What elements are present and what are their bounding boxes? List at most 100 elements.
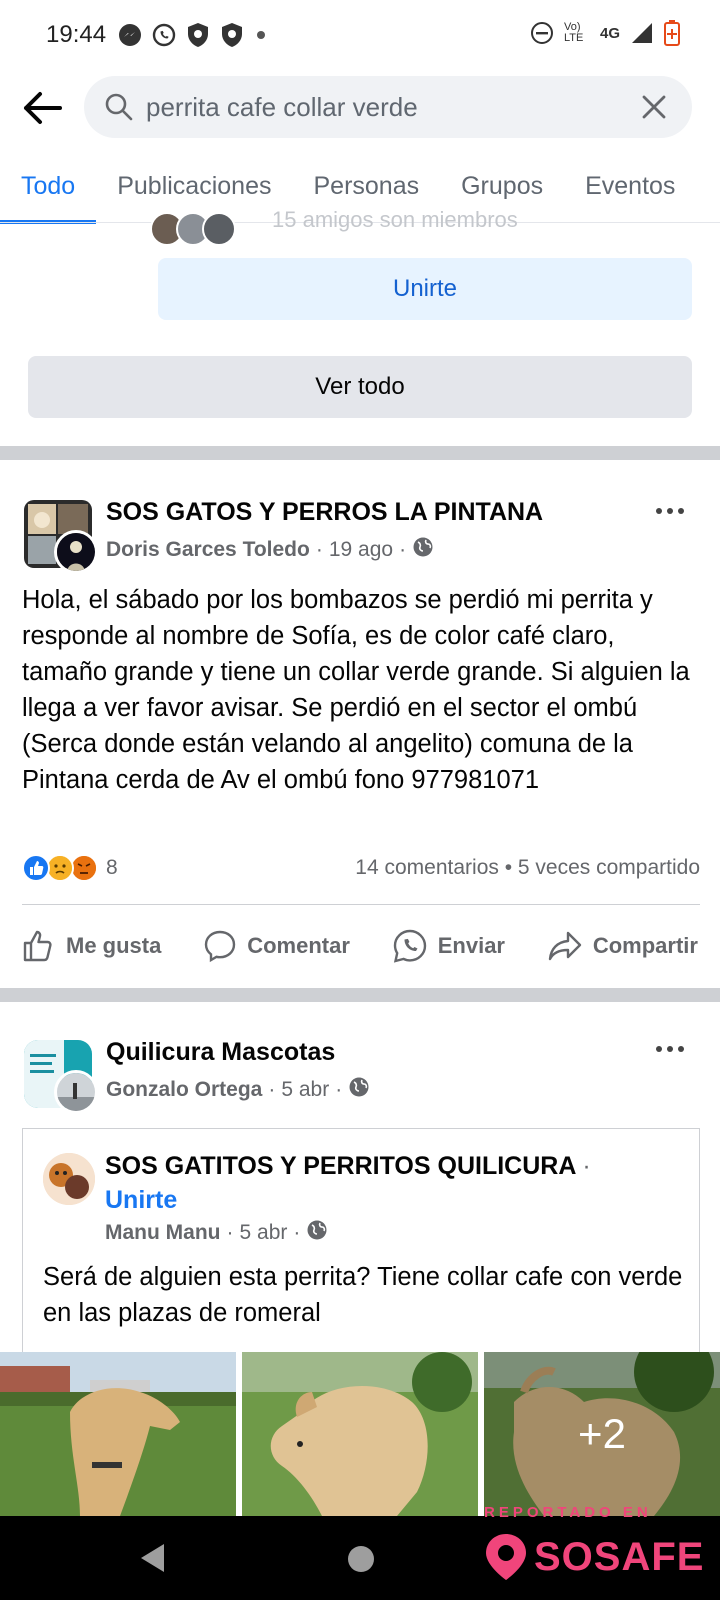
tab-todo[interactable]: Todo	[0, 160, 97, 224]
signal-icon	[630, 21, 654, 45]
battery-icon	[664, 20, 680, 46]
share-button[interactable]: Compartir	[547, 924, 698, 968]
post-group-name[interactable]: Quilicura Mascotas	[106, 1038, 335, 1067]
globe-icon	[306, 1219, 328, 1247]
thumbs-up-icon	[23, 930, 52, 962]
watermark-brand: SOSAFE	[534, 1534, 705, 1579]
post-meta: Doris Garces Toledo · 19 ago ·	[106, 536, 434, 564]
comment-label: Comentar	[247, 933, 350, 958]
meta-dot: ·	[582, 1152, 591, 1180]
search-query: perrita cafe collar verde	[146, 91, 418, 122]
see-all-button[interactable]: Ver todo	[28, 356, 692, 418]
triangle-back-icon	[141, 1544, 164, 1572]
lte-label: Vo) LTE	[563, 21, 584, 44]
more-icon	[656, 508, 684, 514]
clear-search-button[interactable]	[624, 77, 684, 137]
dog-photo[interactable]	[0, 1352, 236, 1516]
post-actions: Me gusta Comentar Enviar Compartir	[0, 924, 720, 968]
meta-dot: ·	[315, 538, 323, 561]
post-avatar[interactable]	[24, 1040, 98, 1114]
author-avatar	[54, 530, 98, 574]
reaction-count: 8	[106, 856, 118, 879]
arrow-left-icon	[24, 92, 62, 124]
meta-dot: ·	[226, 1221, 234, 1244]
join-group-button[interactable]: Unirte	[158, 258, 692, 320]
more-icon	[656, 1046, 684, 1052]
nav-back-button[interactable]	[138, 1542, 168, 1579]
shared-join-link[interactable]: Unirte	[105, 1186, 177, 1214]
watermark-caption: REPORTADO EN	[484, 1504, 652, 1521]
dot-icon	[254, 28, 268, 42]
meta-dot: ·	[335, 1078, 343, 1101]
shield-icon	[220, 22, 244, 48]
notification-icons	[118, 22, 268, 48]
comment-icon	[205, 930, 236, 963]
globe-icon	[348, 1076, 370, 1104]
post-date[interactable]: 5 abr	[281, 1078, 329, 1102]
like-label: Me gusta	[66, 933, 162, 958]
sosafe-watermark: REPORTADO EN SOSAFE	[484, 1504, 720, 1600]
post-more-button[interactable]	[648, 496, 692, 526]
send-label: Enviar	[437, 933, 505, 958]
angry-reaction-icon	[70, 854, 98, 882]
post-date[interactable]: 19 ago	[329, 538, 393, 562]
search-input[interactable]: perrita cafe collar verde	[84, 76, 692, 138]
search-icon	[104, 92, 134, 122]
reactions-summary[interactable]: 8	[22, 854, 118, 882]
shares-count[interactable]: 5 veces compartido	[518, 856, 700, 879]
share-label: Compartir	[592, 933, 698, 958]
shared-group-avatar[interactable]	[43, 1153, 95, 1205]
back-button[interactable]	[20, 86, 64, 130]
globe-icon	[412, 536, 434, 564]
status-bar: 19:44 Vo) LTE 4G	[0, 0, 720, 70]
like-reaction-icon	[22, 854, 50, 882]
shared-post-text: Será de alguien esta perrita? Tiene coll…	[43, 1263, 683, 1327]
whatsapp-icon	[152, 23, 176, 47]
network-label: 4G	[599, 24, 620, 42]
post-avatar[interactable]	[24, 500, 98, 574]
post-more-button[interactable]	[648, 1034, 692, 1064]
post-author[interactable]: Doris Garces Toledo	[106, 538, 310, 562]
post-stats: 14 comentarios • 5 veces compartido	[355, 856, 700, 880]
dnd-icon	[530, 21, 554, 45]
post-author[interactable]: Gonzalo Ortega	[106, 1078, 262, 1102]
dog-photo[interactable]	[242, 1352, 478, 1516]
sad-reaction-icon	[46, 854, 74, 882]
author-avatar	[54, 1070, 98, 1114]
like-button[interactable]: Me gusta	[22, 924, 161, 968]
shared-post[interactable]: SOS GATITOS Y PERRITOS QUILICURA · Unirt…	[22, 1128, 700, 1358]
shared-date[interactable]: 5 abr	[240, 1221, 288, 1245]
photo-grid: +2	[0, 1352, 720, 1516]
member-avatars	[150, 212, 236, 246]
post-meta: Gonzalo Ortega · 5 abr ·	[106, 1076, 370, 1104]
shared-group-name[interactable]: SOS GATITOS Y PERRITOS QUILICURA	[105, 1152, 575, 1180]
nav-home-button[interactable]	[348, 1546, 374, 1572]
more-photos-overlay[interactable]: +2	[484, 1352, 720, 1516]
send-button[interactable]: Enviar	[392, 924, 505, 968]
whatsapp-icon	[393, 929, 426, 963]
stats-dot: •	[504, 856, 518, 879]
status-time: 19:44	[46, 21, 107, 48]
meta-dot: ·	[399, 538, 407, 561]
post-text: Hola, el sábado por los bombazos se perd…	[22, 586, 690, 794]
tab-eventos[interactable]: Eventos	[585, 160, 675, 224]
meta-dot: ·	[293, 1221, 301, 1244]
meta-dot: ·	[268, 1078, 276, 1101]
comments-count[interactable]: 14 comentarios	[355, 856, 499, 879]
avatar	[202, 212, 236, 246]
friends-members-text: 15 amigos son miembros	[272, 207, 518, 232]
comment-button[interactable]: Comentar	[203, 924, 350, 968]
search-header: perrita cafe collar verde	[0, 76, 720, 140]
section-separator	[0, 446, 720, 460]
close-icon	[642, 95, 666, 119]
shield-logo-icon	[486, 1534, 526, 1580]
dog-photo[interactable]: +2	[484, 1352, 720, 1516]
post-group-name[interactable]: SOS GATOS Y PERROS LA PINTANA	[106, 498, 543, 527]
messenger-icon	[118, 23, 142, 47]
share-icon	[548, 931, 582, 961]
shared-meta: Manu Manu · 5 abr ·	[105, 1219, 328, 1247]
shield-icon	[186, 22, 210, 48]
shared-author[interactable]: Manu Manu	[105, 1221, 221, 1245]
actions-divider	[22, 904, 700, 905]
watermark-logo: SOSAFE	[484, 1532, 704, 1582]
